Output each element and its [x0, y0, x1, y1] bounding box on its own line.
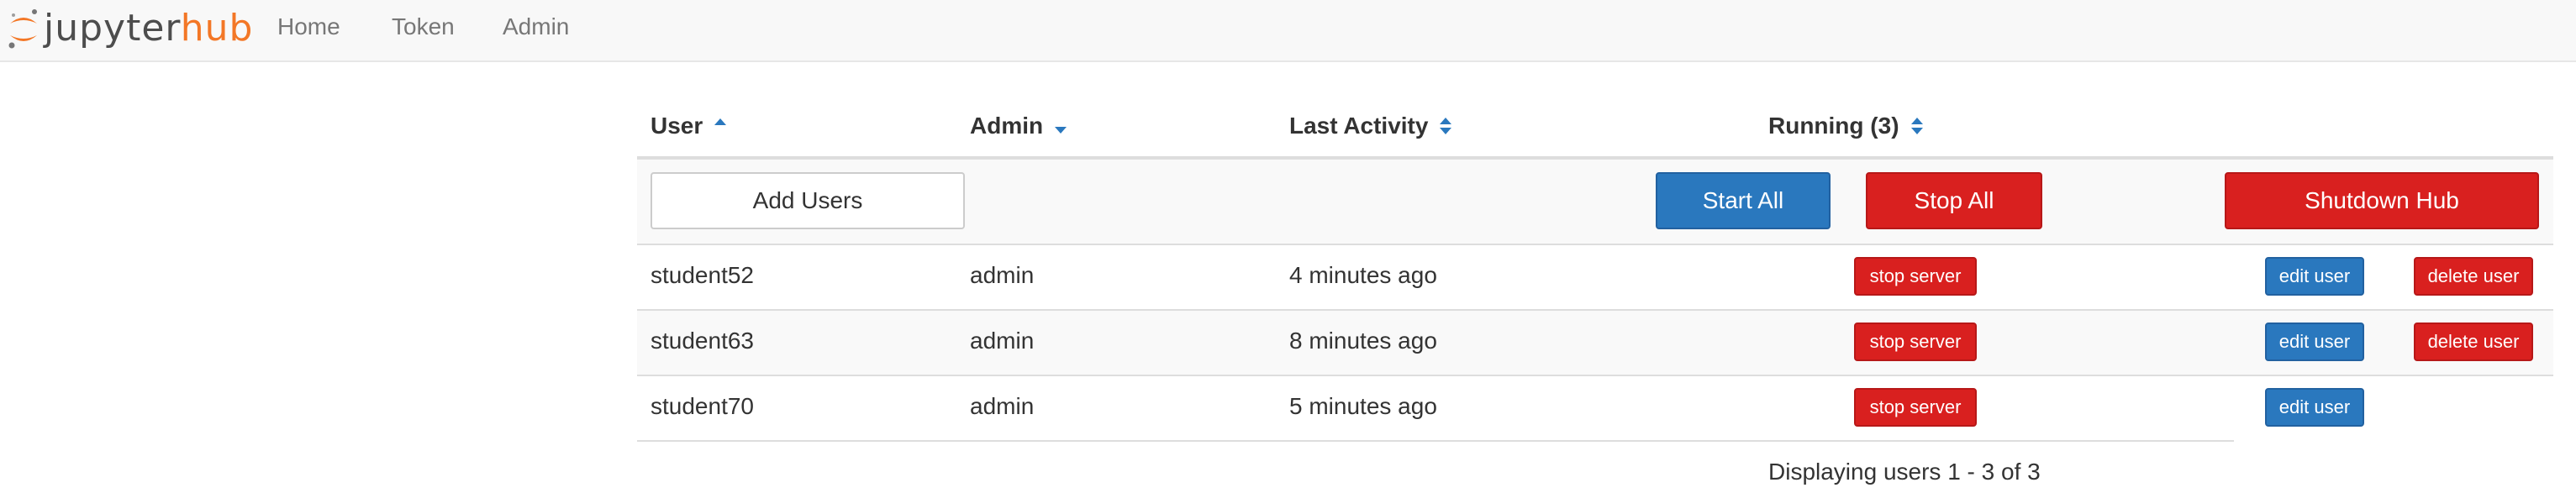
sort-both-icon [1910, 113, 1925, 139]
last-activity-cell: 8 minutes ago [1289, 328, 1437, 354]
column-header-admin-label: Admin [970, 113, 1044, 139]
column-header-user[interactable]: User [651, 109, 728, 143]
shutdown-hub-button[interactable]: Shutdown Hub [2225, 172, 2539, 229]
edit-user-button[interactable]: edit user [2265, 323, 2364, 361]
admin-status-cell: admin [970, 328, 1035, 354]
column-header-last-activity-label: Last Activity [1289, 113, 1429, 139]
jupyterhub-logo[interactable]: jupyterhub [7, 3, 253, 54]
user-name-cell[interactable]: student63 [651, 326, 754, 356]
sort-both-icon [1438, 113, 1453, 139]
user-name-cell[interactable]: student52 [651, 260, 754, 291]
column-header-admin[interactable]: Admin [970, 109, 1068, 143]
top-navbar: jupyterhub Home Token Admin [0, 0, 2576, 62]
edit-user-button[interactable]: edit user [2265, 257, 2364, 296]
admin-status-cell: admin [970, 262, 1035, 288]
stop-server-button[interactable]: stop server [1854, 257, 1977, 296]
admin-status-cell: admin [970, 393, 1035, 419]
sort-ascending-icon [713, 113, 728, 139]
edit-user-button[interactable]: edit user [2265, 388, 2364, 427]
stop-all-button[interactable]: Stop All [1866, 172, 2042, 229]
delete-user-button[interactable]: delete user [2414, 323, 2533, 361]
nav-token-link[interactable]: Token [392, 12, 455, 42]
user-name-cell[interactable]: student70 [651, 391, 754, 422]
add-users-button[interactable]: Add Users [651, 172, 965, 229]
column-header-running[interactable]: Running (3) [1768, 109, 1925, 143]
column-header-last-activity[interactable]: Last Activity [1289, 109, 1453, 143]
last-activity-cell: 4 minutes ago [1289, 262, 1437, 288]
column-header-user-label: User [651, 113, 703, 139]
sort-descending-icon [1053, 113, 1068, 139]
jupyter-logo-icon [8, 9, 37, 49]
stop-server-button[interactable]: stop server [1854, 388, 1977, 427]
nav-admin-link[interactable]: Admin [503, 12, 569, 42]
last-activity-cell: 5 minutes ago [1289, 393, 1437, 419]
pagination-info: Displaying users 1 - 3 of 3 [1768, 459, 2041, 485]
start-all-button[interactable]: Start All [1656, 172, 1831, 229]
nav-home-link[interactable]: Home [277, 12, 340, 42]
delete-user-button[interactable]: delete user [2414, 257, 2533, 296]
column-header-running-label: Running (3) [1768, 113, 1899, 139]
stop-server-button[interactable]: stop server [1854, 323, 1977, 361]
row-divider [637, 440, 2234, 442]
logo-text-jupyter: jupyter [44, 7, 181, 50]
logo-text-hub: hub [180, 7, 254, 50]
